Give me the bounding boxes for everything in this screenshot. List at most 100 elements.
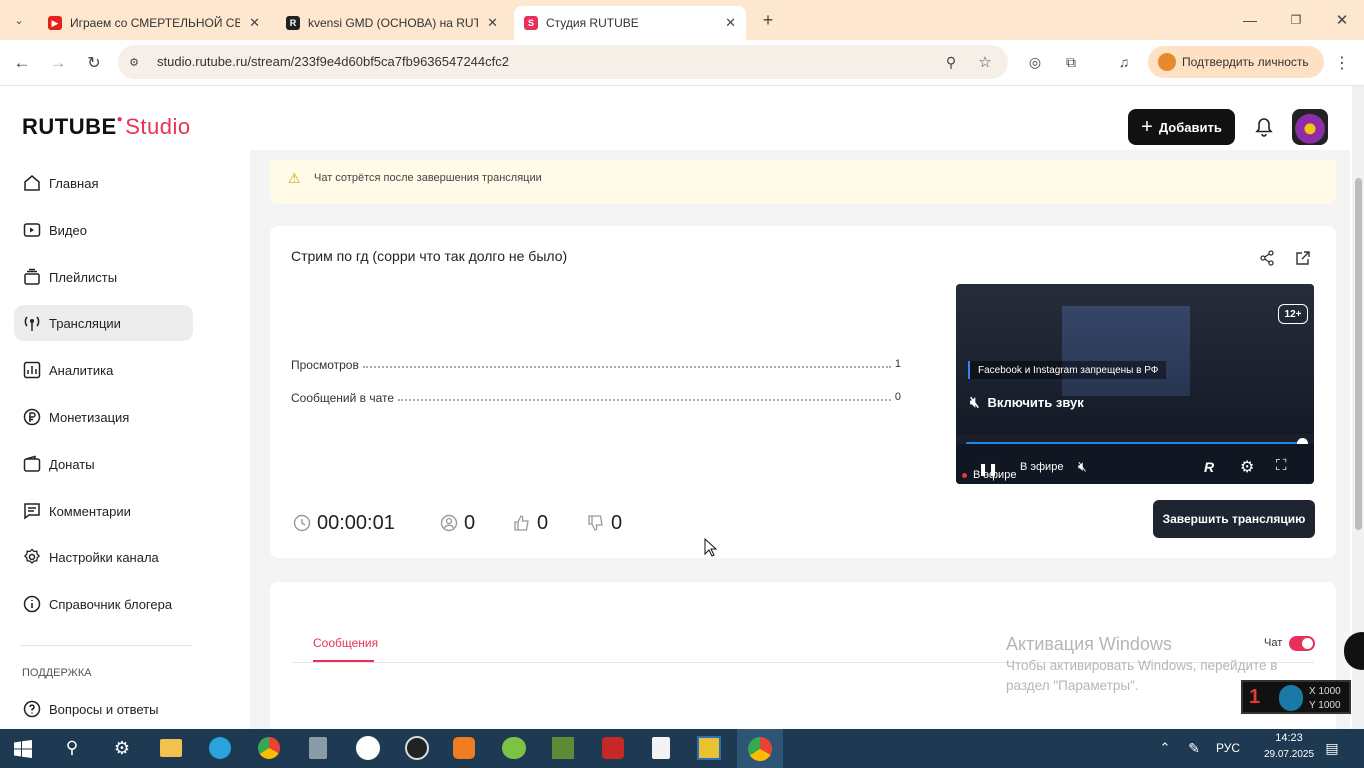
- playlist-icon: [24, 268, 40, 285]
- pen-icon[interactable]: ✎: [1184, 738, 1204, 758]
- open-external-icon[interactable]: [1294, 249, 1312, 267]
- language-indicator[interactable]: РУС: [1216, 741, 1240, 755]
- sc-app-icon[interactable]: [356, 736, 380, 760]
- stream-title: Стрим по гд (сорри что так долго не было…: [291, 248, 568, 264]
- sidebar-item-channel-settings[interactable]: Настройки канала: [14, 539, 193, 575]
- close-icon[interactable]: ✕: [487, 15, 498, 31]
- bookmark-star-icon[interactable]: ☆: [976, 53, 994, 71]
- windows-start-icon[interactable]: [14, 740, 32, 758]
- translate-icon[interactable]: ◎: [1026, 53, 1044, 71]
- browser-tab-active[interactable]: S Студия RUTUBE ✕: [514, 6, 746, 40]
- chrome-icon: [748, 737, 772, 761]
- minecraft-icon[interactable]: [552, 737, 574, 759]
- tab-search-icon[interactable]: ⌄: [10, 12, 28, 28]
- rutube-player-logo-icon[interactable]: R: [1204, 459, 1214, 475]
- taskbar-active-app[interactable]: [737, 729, 783, 768]
- reload-icon[interactable]: ↻: [84, 53, 104, 73]
- media-control-icon[interactable]: ♫: [1115, 53, 1133, 71]
- gear-icon: [23, 548, 41, 565]
- zoom-icon[interactable]: ⚲: [942, 53, 960, 71]
- player-banner: Facebook и Instagram запрещены в РФ: [968, 361, 1167, 379]
- file-explorer-icon[interactable]: [160, 739, 182, 757]
- notepad-icon[interactable]: [652, 737, 670, 759]
- restore-icon[interactable]: ❐: [1286, 10, 1306, 30]
- chat-toggle-switch[interactable]: [1289, 636, 1315, 651]
- sidebar-item-label: Видео: [49, 222, 87, 238]
- browser-tab[interactable]: ▶ Играем со СМЕРТЕЛЬНОЙ СВЕ… ✕: [38, 6, 270, 40]
- sidebar-item-home[interactable]: Главная: [14, 165, 193, 201]
- site-info-icon[interactable]: ⚙: [126, 54, 142, 70]
- sidebar-item-label: Настройки канала: [49, 549, 159, 565]
- live-label-under: В эфире: [1020, 461, 1064, 473]
- hand-icon: [1279, 685, 1303, 711]
- sidebar-item-monetization[interactable]: Монетизация: [14, 399, 193, 435]
- mouse-y: Y 1000: [1309, 700, 1341, 711]
- share-icon[interactable]: [1258, 249, 1276, 267]
- logo-main: RUTUBE: [22, 114, 117, 139]
- close-icon[interactable]: ✕: [725, 15, 736, 31]
- clock-time[interactable]: 14:23: [1267, 732, 1311, 744]
- bloody-mouse-icon[interactable]: [602, 737, 624, 759]
- extensions-icon[interactable]: ⧉: [1062, 53, 1080, 71]
- chrome-icon[interactable]: [258, 737, 280, 759]
- plus-icon: +: [1141, 115, 1153, 138]
- unmute-button[interactable]: 🔇︎ Включить звук: [970, 389, 1084, 415]
- bell-icon[interactable]: [1254, 116, 1274, 138]
- close-icon[interactable]: ✕: [249, 15, 260, 31]
- sidebar-item-video[interactable]: Видео: [14, 212, 193, 248]
- browser-menu-icon[interactable]: ⋮: [1334, 53, 1350, 73]
- geometry-dash-icon[interactable]: [697, 736, 721, 760]
- search-icon[interactable]: ⚲: [62, 738, 82, 758]
- back-icon[interactable]: ←: [12, 53, 32, 73]
- sidebar-item-playlists[interactable]: Плейлисты: [14, 259, 193, 295]
- sidebar-item-faq[interactable]: Вопросы и ответы: [14, 691, 193, 727]
- rutube-studio-logo[interactable]: RUTUBE●Studio: [22, 114, 191, 140]
- settings-gear-icon[interactable]: ⚙: [1240, 457, 1254, 477]
- fl-studio-icon[interactable]: [453, 737, 475, 759]
- stat-views: Просмотров 1: [291, 358, 901, 372]
- stream-dislikes: 0: [587, 510, 622, 536]
- sidebar-item-donations[interactable]: Донаты: [14, 446, 193, 482]
- sidebar-item-broadcasts[interactable]: Трансляции: [14, 305, 193, 341]
- sidebar-item-label: Вопросы и ответы: [49, 701, 159, 717]
- obs-icon[interactable]: [405, 736, 429, 760]
- address-bar[interactable]: ⚙ studio.rutube.ru/stream/233f9e4d60bf5c…: [118, 45, 1008, 79]
- stream-preview-player[interactable]: 12+ Facebook и Instagram запрещены в РФ …: [956, 284, 1314, 484]
- avatar[interactable]: [1292, 109, 1328, 145]
- notifications-icon[interactable]: ▤: [1322, 738, 1342, 758]
- video-icon: [23, 223, 41, 237]
- sidebar-item-comments[interactable]: Комментарии: [14, 493, 193, 529]
- minimize-icon[interactable]: —: [1240, 10, 1260, 30]
- end-stream-button[interactable]: Завершить трансляцию: [1153, 500, 1315, 538]
- telegram-icon[interactable]: [209, 737, 231, 759]
- home-icon: [24, 175, 40, 191]
- wallet-icon: [23, 455, 41, 472]
- live-dot: [962, 472, 967, 478]
- forward-icon[interactable]: →: [48, 53, 68, 73]
- verify-identity-button[interactable]: Подтвердить личность: [1148, 46, 1324, 78]
- add-button[interactable]: + Добавить: [1128, 109, 1235, 145]
- likes-value: 0: [537, 511, 549, 534]
- volume-muted-icon[interactable]: 🔇︎: [1078, 458, 1087, 475]
- tab-messages[interactable]: Сообщения: [313, 636, 378, 650]
- browser-tab[interactable]: R kvensi GMD (ОСНОВА) на RUTU… ✕: [276, 6, 508, 40]
- clock-date[interactable]: 29.07.2025: [1261, 749, 1317, 760]
- utorrent-icon[interactable]: [502, 737, 526, 759]
- window-close-icon[interactable]: ✕: [1332, 10, 1352, 30]
- sidebar-item-blogger-guide[interactable]: Справочник блогера: [14, 586, 193, 622]
- sidebar-item-label: Справочник блогера: [49, 596, 173, 612]
- sidebar-item-label: Трансляции: [49, 315, 121, 331]
- stream-duration: 00:00:01: [293, 510, 395, 536]
- thumbs-up-icon: [514, 515, 529, 531]
- youtube-icon: ▶: [48, 16, 62, 30]
- sidebar-item-label: Комментарии: [49, 503, 131, 519]
- fullscreen-icon[interactable]: ⛶: [1276, 457, 1287, 474]
- scrollbar-thumb[interactable]: [1355, 178, 1362, 530]
- sidebar-item-analytics[interactable]: Аналитика: [14, 352, 193, 388]
- settings-icon[interactable]: ⚙: [112, 738, 132, 758]
- warning-icon: ⚠: [288, 170, 301, 186]
- new-tab-icon[interactable]: +: [758, 10, 778, 30]
- tray-chevron-icon[interactable]: ⌃: [1157, 738, 1173, 758]
- activation-title: Активация Windows: [1006, 634, 1172, 654]
- calculator-icon[interactable]: [309, 737, 327, 759]
